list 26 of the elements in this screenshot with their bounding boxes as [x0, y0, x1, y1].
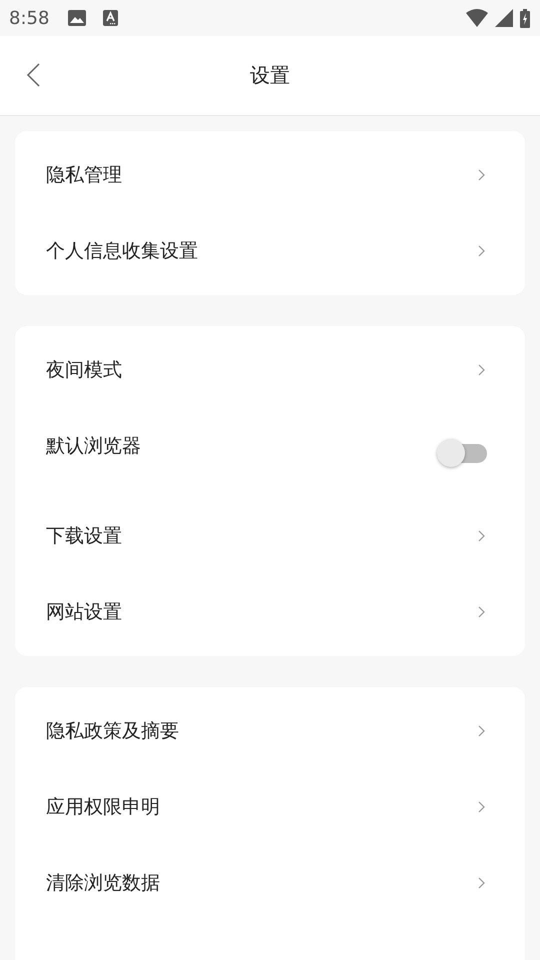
image-icon — [68, 10, 86, 26]
back-icon — [26, 63, 40, 87]
settings-item: 默认浏览器 — [46, 434, 141, 458]
chevron-icon — [478, 877, 485, 889]
chevron-icon — [478, 530, 485, 542]
settings-item[interactable]: 隐私管理 — [46, 163, 122, 187]
settings-item[interactable]: 下载设置 — [46, 524, 122, 548]
settings-item[interactable]: 夜间模式 — [46, 358, 122, 382]
chevron-icon — [478, 245, 485, 257]
page-title: 设置 — [250, 62, 290, 89]
settings-item[interactable]: 应用权限申明 — [46, 795, 160, 819]
settings-item[interactable]: 网站设置 — [46, 600, 122, 624]
battery-icon — [520, 8, 530, 28]
chevron-icon — [478, 169, 485, 181]
status-time: 8:58 — [9, 8, 50, 28]
chevron-icon — [478, 801, 485, 813]
settings-item[interactable]: 清除浏览数据 — [46, 871, 160, 895]
wifi-icon — [466, 9, 488, 27]
chevron-icon — [478, 364, 485, 376]
font-icon — [103, 10, 118, 26]
chevron-icon — [478, 606, 485, 618]
settings-item[interactable]: 隐私政策及摘要 — [46, 719, 179, 743]
settings-item[interactable]: 个人信息收集设置 — [46, 239, 198, 263]
toggle-switch[interactable] — [437, 439, 487, 467]
signal-icon — [495, 9, 513, 27]
chevron-icon — [478, 725, 485, 737]
